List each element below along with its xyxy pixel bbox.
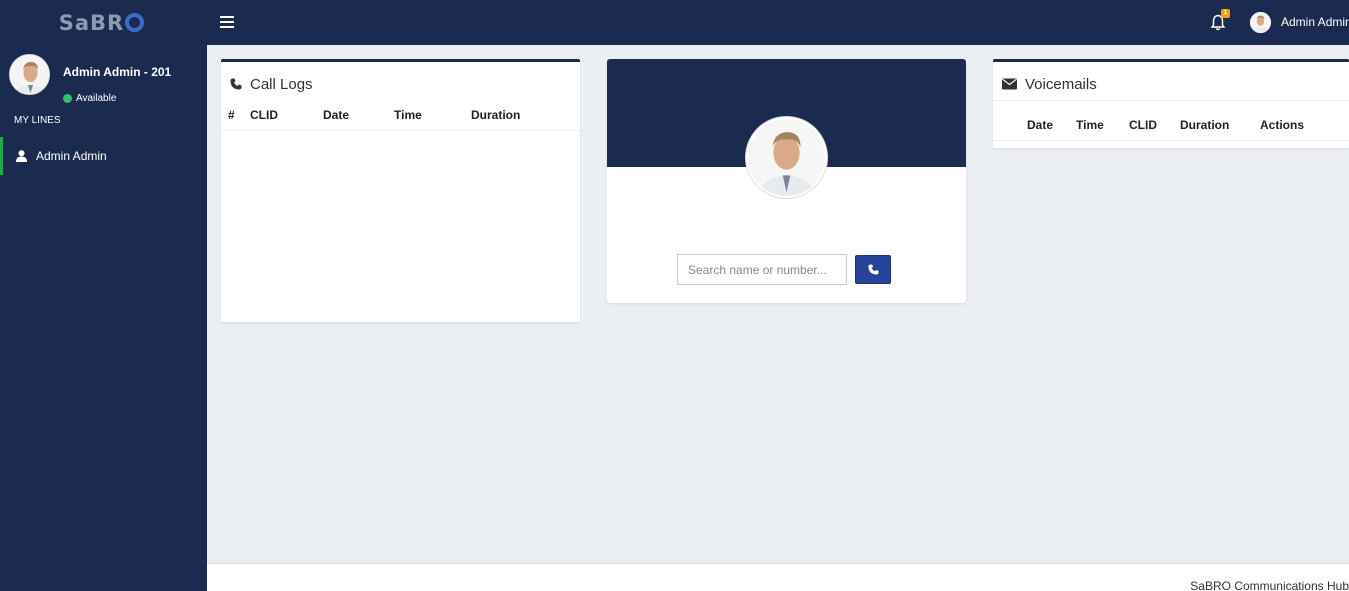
topbar-avatar[interactable] (1250, 12, 1271, 33)
status-text: Available (76, 93, 117, 104)
lines-header: MY LINES (14, 115, 61, 126)
topbar: 1 Admin Admin (207, 0, 1349, 45)
voicemails-title-text: Voicemails (1025, 75, 1097, 93)
sidebar: SaBR Admin Admin - 201 Available MY LINE… (0, 0, 207, 591)
call-button[interactable] (855, 255, 891, 284)
voicemails-title: Voicemails (993, 62, 1349, 97)
column-header[interactable]: Date (1027, 118, 1053, 132)
status-dot (63, 94, 72, 103)
phone-icon (230, 78, 242, 90)
column-header[interactable]: CLID (250, 108, 278, 122)
user-icon (16, 150, 27, 162)
voicemails-header-row: Date Time CLID Duration Actions (993, 112, 1349, 141)
column-header[interactable]: Actions (1260, 118, 1304, 132)
topbar-user-name[interactable]: Admin Admin (1281, 15, 1349, 29)
column-header[interactable]: Time (394, 108, 422, 122)
column-header[interactable]: Time (1076, 118, 1104, 132)
call-logs-title: Call Logs (221, 62, 580, 97)
footer: SaBRO Communications Hub (207, 563, 1349, 591)
logo[interactable]: SaBR (0, 0, 207, 45)
profile-avatar (746, 117, 827, 198)
envelope-icon (1002, 78, 1017, 90)
column-header[interactable]: Date (323, 108, 349, 122)
sidebar-item-admin-admin[interactable]: Admin Admin (0, 137, 207, 175)
dialer-card (607, 59, 966, 303)
footer-text: SaBRO Communications Hub (1190, 579, 1349, 591)
call-logs-card: Call Logs # CLID Date Time Duration (221, 59, 580, 322)
column-header[interactable]: Duration (471, 108, 520, 122)
user-name: Admin Admin - 201 (63, 65, 172, 79)
column-header[interactable]: Duration (1180, 118, 1229, 132)
avatar (9, 54, 50, 95)
status-indicator: Available (63, 93, 116, 104)
divider (993, 100, 1349, 101)
sidebar-item-label: Admin Admin (36, 149, 107, 163)
column-header[interactable]: # (228, 108, 235, 122)
call-logs-title-text: Call Logs (250, 75, 313, 93)
search-input[interactable] (677, 254, 847, 285)
column-header[interactable]: CLID (1129, 118, 1157, 132)
logo-text: SaBR (59, 11, 145, 35)
call-logs-header-row: # CLID Date Time Duration (221, 102, 580, 131)
notification-badge: 1 (1221, 9, 1230, 18)
voicemails-card: Voicemails Date Time CLID Duration Actio… (993, 59, 1349, 148)
menu-icon[interactable] (220, 15, 234, 29)
phone-icon (867, 264, 879, 275)
